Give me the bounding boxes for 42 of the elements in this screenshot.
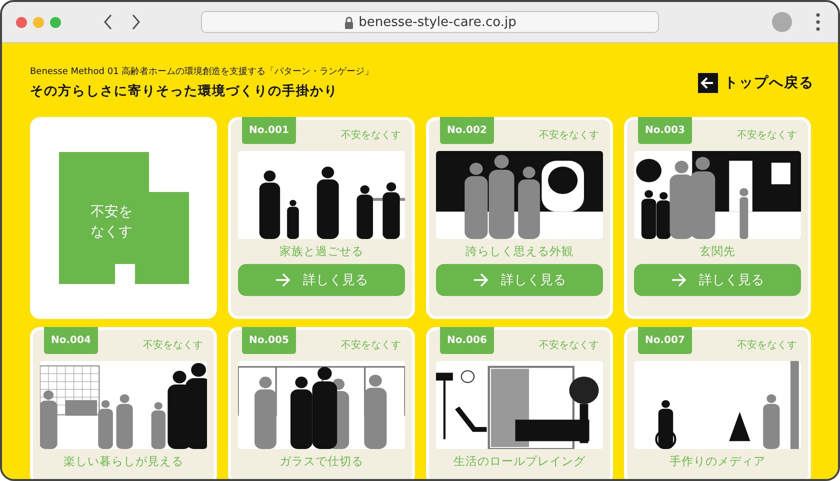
pattern-number-tag: No.002	[440, 117, 494, 144]
close-window-button[interactable]	[16, 16, 27, 28]
right-arrow-icon	[473, 273, 489, 287]
url-text: benesse-style-care.co.jp	[358, 14, 516, 30]
back-icon[interactable]	[103, 14, 113, 30]
pattern-title: 誇らしく思える外観	[464, 243, 574, 260]
profile-avatar[interactable]	[772, 12, 792, 32]
pattern-number-tag: No.001	[242, 117, 296, 144]
back-to-top-link[interactable]: トップへ戻る	[698, 72, 814, 92]
address-bar[interactable]: benesse-style-care.co.jp	[201, 11, 659, 33]
category-label: 不安をなくす	[737, 128, 797, 142]
category-label: 不安をなくす	[341, 338, 401, 352]
right-arrow-icon	[275, 273, 291, 287]
category-label: 不安をなくす	[341, 128, 401, 142]
pattern-title: 手作りのメディア	[668, 453, 766, 470]
pattern-number-tag: No.005	[242, 327, 296, 354]
category-title: 不安をなくす	[90, 203, 132, 242]
category-label: 不安をなくす	[143, 338, 203, 352]
category-label: 不安をなくす	[539, 128, 599, 142]
forward-icon[interactable]	[131, 14, 141, 30]
menu-icon[interactable]	[816, 13, 820, 31]
pattern-title: 楽しい暮らしが見える	[62, 453, 184, 470]
pattern-number-tag: No.006	[440, 327, 494, 354]
category-label: 不安をなくす	[737, 338, 797, 352]
pattern-title: ガラスで仕切る	[278, 453, 364, 470]
view-details-button[interactable]: 詳しく見る	[634, 264, 801, 296]
right-arrow-icon	[671, 273, 687, 287]
maximize-window-button[interactable]	[50, 16, 61, 28]
site-subtitle: Benesse Method 01 高齢者ホームの環境創造を支援する「パターン・ランゲージ」	[30, 66, 374, 78]
pattern-number-tag: No.007	[638, 327, 692, 354]
site-title: その方らしさに寄りそった環境づくりの手掛かり	[30, 82, 339, 100]
pattern-title: 玄関先	[698, 243, 736, 260]
minimize-window-button[interactable]	[33, 16, 44, 28]
pattern-title: 家族と過ごせる	[278, 243, 364, 260]
pattern-number-tag: No.003	[638, 117, 692, 144]
view-details-button[interactable]: 詳しく見る	[436, 264, 603, 296]
view-details-button[interactable]: 詳しく見る	[238, 264, 405, 296]
lock-icon	[344, 16, 354, 28]
pattern-title: 生活のロールプレイング	[452, 453, 586, 470]
pattern-number-tag: No.004	[44, 327, 98, 354]
category-tile[interactable]: 不安をなくす	[30, 117, 217, 319]
category-label: 不安をなくす	[539, 338, 599, 352]
